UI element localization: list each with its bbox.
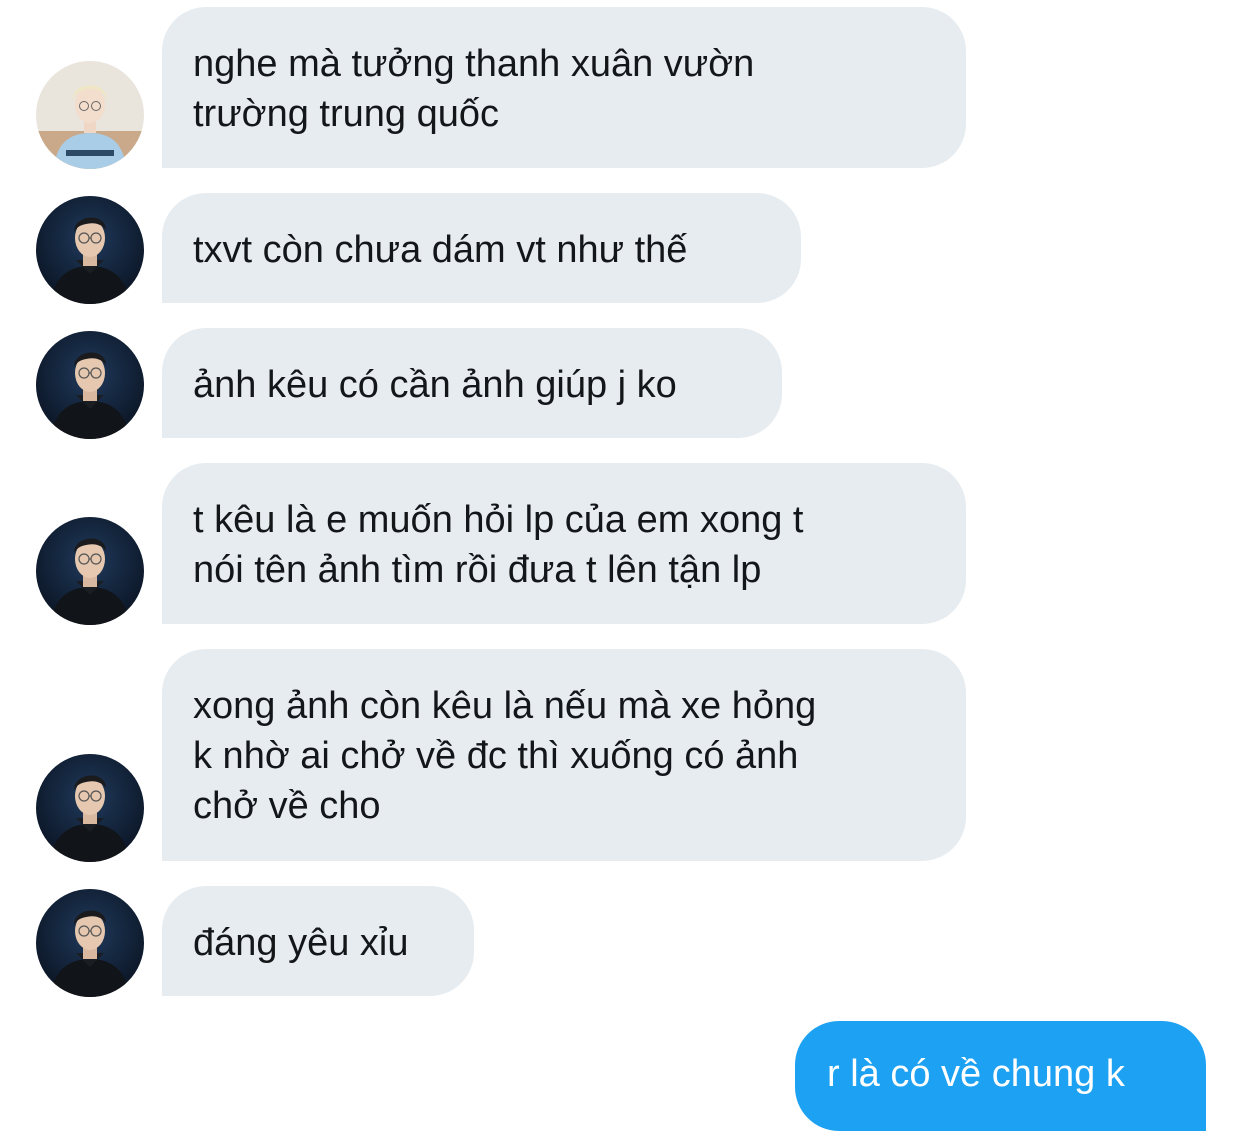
dark-hoodie-glasses-avatar-icon	[36, 754, 144, 862]
sender-avatar-icon[interactable]	[36, 754, 144, 862]
message-text-line: ảnh kêu có cần ảnh giúp j ko	[193, 364, 677, 406]
message-text-line: trường trung quốc	[193, 93, 499, 135]
light-hair-person-avatar-icon	[36, 61, 144, 169]
sender-avatar-icon[interactable]	[36, 196, 144, 304]
conversation-view: nghe mà tưởng thanh xuân vườn trường tru…	[0, 0, 1242, 1141]
message-text-line: r là có về chung k	[827, 1053, 1125, 1095]
sender-avatar-icon[interactable]	[36, 889, 144, 997]
dark-hoodie-glasses-avatar-icon	[36, 889, 144, 997]
message-text-line: nói tên ảnh tìm rồi đưa t lên tận lp	[193, 549, 762, 591]
sender-avatar-icon[interactable]	[36, 61, 144, 169]
message-text-line: đáng yêu xỉu	[193, 922, 409, 964]
received-message-bubble[interactable]: nghe mà tưởng thanh xuân vườn trường tru…	[162, 7, 966, 168]
received-message-bubble[interactable]: txvt còn chưa dám vt như thế	[162, 193, 801, 303]
message-text-line: t kêu là e muốn hỏi lp của em xong t	[193, 499, 804, 541]
message-text-line: nghe mà tưởng thanh xuân vườn	[193, 43, 755, 85]
received-message-bubble[interactable]: ảnh kêu có cần ảnh giúp j ko	[162, 328, 782, 438]
received-message-bubble[interactable]: đáng yêu xỉu	[162, 886, 474, 996]
received-message-bubble[interactable]: xong ảnh còn kêu là nếu mà xe hỏng k nhờ…	[162, 649, 966, 861]
dark-hoodie-glasses-avatar-icon	[36, 331, 144, 439]
message-text-line: xong ảnh còn kêu là nếu mà xe hỏng	[193, 685, 817, 727]
message-text-line: txvt còn chưa dám vt như thế	[193, 229, 688, 271]
sender-avatar-icon[interactable]	[36, 331, 144, 439]
received-message-bubble[interactable]: t kêu là e muốn hỏi lp của em xong t nói…	[162, 463, 966, 624]
dark-hoodie-glasses-avatar-icon	[36, 196, 144, 304]
message-text-line: k nhờ ai chở về đc thì xuống có ảnh	[193, 735, 799, 777]
message-text-line: chở về cho	[193, 785, 381, 827]
sent-message-bubble[interactable]: r là có về chung k	[795, 1021, 1206, 1131]
dark-hoodie-glasses-avatar-icon	[36, 517, 144, 625]
sender-avatar-icon[interactable]	[36, 517, 144, 625]
